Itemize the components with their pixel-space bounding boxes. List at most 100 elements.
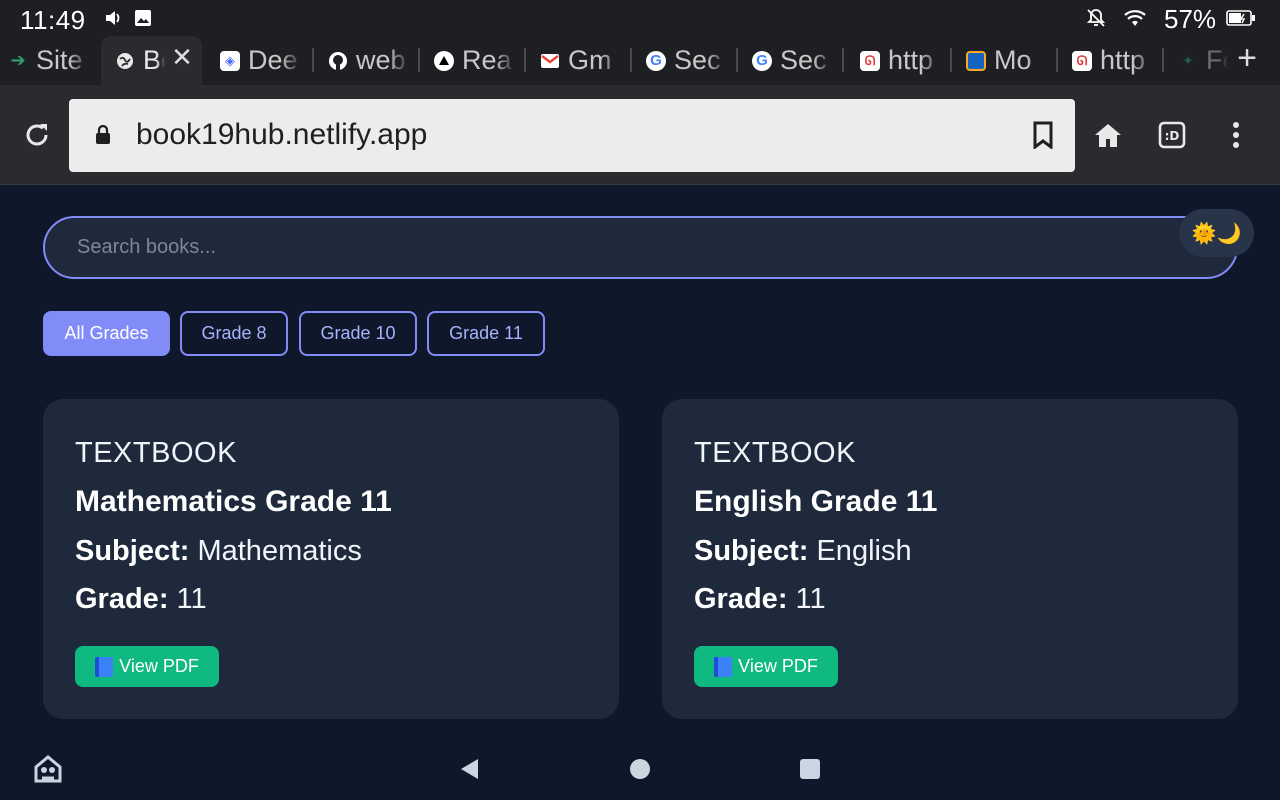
tab-label: Rea	[462, 45, 512, 75]
clock: 11:49	[20, 5, 86, 35]
filter-grade-10[interactable]: Grade 10	[299, 311, 417, 356]
tab-site[interactable]: ➔ Site	[8, 36, 90, 85]
tab-mo[interactable]: Mo	[966, 36, 1050, 85]
tab-fe[interactable]: ✦ Fe	[1178, 36, 1230, 85]
grade-value: 11	[795, 583, 826, 615]
system-nav-bar	[0, 736, 1280, 800]
tab-separator	[1162, 48, 1164, 72]
bookmark-icon[interactable]	[1032, 121, 1054, 150]
bell-off-icon	[1086, 8, 1106, 28]
tab-separator	[842, 48, 844, 72]
tab-label: http	[1100, 45, 1146, 75]
home-circle-icon[interactable]	[627, 756, 653, 782]
close-tab-icon[interactable]: ✕	[170, 44, 194, 70]
tab-label: web	[356, 45, 406, 75]
tab-label: http	[888, 45, 934, 75]
tab-http[interactable]: ᘏ http	[1072, 36, 1156, 85]
recents-icon[interactable]	[797, 756, 823, 782]
tab-github[interactable]: web	[328, 36, 412, 85]
filter-grade-11[interactable]: Grade 11	[427, 311, 545, 356]
view-pdf-label: View PDF	[738, 656, 818, 676]
tab-strip: ➔ Site Book ✕ ◈ Dee web Rea Gm G Sec	[0, 36, 1280, 85]
site-icon: ᘏ	[1072, 50, 1092, 71]
book-type: TEXTBOOK	[694, 437, 856, 469]
book-card: TEXTBOOK Mathematics Grade 11 Subject: M…	[43, 399, 619, 719]
tab-deepseek[interactable]: ◈ Dee	[220, 36, 304, 85]
new-tab-button[interactable]: +	[1234, 38, 1260, 78]
book-type: TEXTBOOK	[75, 437, 237, 469]
book-title: English Grade 11	[694, 485, 938, 518]
tab-separator	[524, 48, 526, 72]
site-icon: ✦	[1182, 52, 1194, 68]
book-subject: Subject: Mathematics	[75, 535, 362, 568]
github-icon	[328, 51, 348, 71]
theme-toggle-button[interactable]: 🌞🌙	[1179, 209, 1254, 257]
tab-switcher-icon[interactable]: :D	[1150, 113, 1194, 157]
tab-google-search[interactable]: G Sec	[752, 36, 836, 85]
tab-google-search[interactable]: G Sec	[646, 36, 730, 85]
arrow-icon: ➔	[10, 50, 26, 70]
battery-percent: 57%	[1164, 4, 1217, 34]
menu-icon[interactable]	[1214, 113, 1258, 157]
tab-separator	[1056, 48, 1058, 72]
google-icon: G	[646, 50, 666, 71]
triangle-icon	[434, 50, 454, 71]
tab-separator	[950, 48, 952, 72]
view-pdf-button[interactable]: View PDF	[75, 646, 219, 687]
tab-label: Book	[143, 45, 165, 75]
wifi-icon	[1122, 8, 1148, 28]
google-icon: G	[752, 50, 772, 71]
book-grade: Grade: 11	[694, 583, 826, 616]
tab-label: Mo	[994, 45, 1032, 75]
grade-label: Grade:	[75, 583, 169, 615]
search-input[interactable]	[43, 216, 1238, 279]
url-text: book19hub.netlify.app	[136, 118, 428, 151]
reload-icon[interactable]	[15, 113, 59, 157]
book-subject: Subject: English	[694, 535, 912, 568]
tab-separator	[312, 48, 314, 72]
site-icon	[966, 50, 986, 71]
image-icon	[133, 8, 153, 28]
tab-separator	[630, 48, 632, 72]
tab-separator	[418, 48, 420, 72]
lock-icon	[95, 124, 111, 145]
svg-text::D: :D	[1165, 129, 1180, 143]
filter-all-grades[interactable]: All Grades	[43, 311, 170, 356]
subject-value: English	[816, 535, 912, 567]
status-bar: 11:49 57%	[0, 0, 1280, 36]
tab-http[interactable]: ᘏ http	[860, 36, 944, 85]
tab-label: Dee	[248, 45, 298, 75]
tab-label: Sec	[780, 45, 827, 75]
book-icon	[714, 656, 733, 677]
deepseek-icon: ◈	[220, 50, 240, 71]
book-icon	[95, 656, 114, 677]
home-icon[interactable]	[1086, 113, 1130, 157]
accessibility-icon[interactable]	[33, 754, 63, 784]
tab-gmail[interactable]: Gm	[540, 36, 624, 85]
address-bar[interactable]: book19hub.netlify.app	[69, 99, 1075, 172]
book-title: Mathematics Grade 11	[75, 485, 392, 518]
globe-icon	[115, 51, 135, 71]
tab-label: Site	[36, 45, 83, 75]
browser-toolbar: book19hub.netlify.app :D	[0, 85, 1280, 185]
volume-icon	[104, 8, 124, 28]
view-pdf-button[interactable]: View PDF	[694, 646, 838, 687]
tab-rea[interactable]: Rea	[434, 36, 518, 85]
site-icon: ᘏ	[860, 50, 880, 71]
view-pdf-label: View PDF	[119, 656, 199, 676]
subject-label: Subject:	[694, 535, 809, 567]
grade-label: Grade:	[694, 583, 788, 615]
battery-icon	[1226, 8, 1256, 28]
book-card: TEXTBOOK English Grade 11 Subject: Engli…	[662, 399, 1238, 719]
grade-value: 11	[176, 583, 207, 615]
filter-grade-8[interactable]: Grade 8	[180, 311, 288, 356]
tab-label: Gm	[568, 45, 612, 75]
subject-label: Subject:	[75, 535, 190, 567]
tab-label: Sec	[674, 45, 721, 75]
book-grade: Grade: 11	[75, 583, 207, 616]
gmail-icon	[540, 51, 560, 71]
subject-value: Mathematics	[197, 535, 362, 567]
tab-separator	[736, 48, 738, 72]
back-icon[interactable]	[456, 756, 482, 782]
tab-label: Fe	[1206, 45, 1228, 75]
